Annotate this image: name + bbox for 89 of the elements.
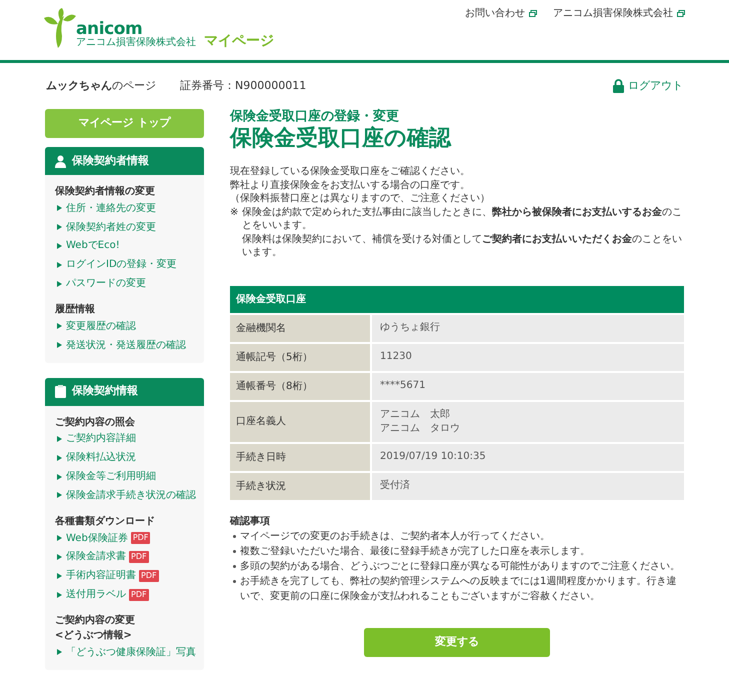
table-label-cell: 金融機関名 [230,314,370,342]
table-label-cell: 口座名義人 [230,402,370,442]
table-value-cell: ****5671 [372,372,684,400]
table-header: 保険金受取口座 [230,286,684,312]
triangle-bullet-icon [57,205,62,212]
sidebar-link[interactable]: 住所・連絡先の変更 [66,200,156,216]
pdf-badge: PDF [129,550,149,563]
triangle-bullet-icon [57,436,62,442]
clover-logo-icon [44,8,76,48]
triangle-bullet-icon [57,323,62,330]
lock-icon [613,79,624,93]
sidebar-group-heading: 保険契約者情報の変更 [55,184,156,199]
triangle-bullet-icon [57,474,62,480]
sidebar-group-heading: <どうぶつ情報> [55,628,133,643]
bullet-dot-icon [233,550,236,552]
sidebar-link[interactable]: 「どうぶつ健康保険証」写真 [66,644,196,660]
sidebar-group-heading: 履歴情報 [55,302,96,317]
sidebar-panel-title: 保険契約者情報 [72,152,149,169]
triangle-bullet-icon [57,554,62,560]
pdf-badge: PDF [129,588,149,601]
sidebar-link[interactable]: 保険料払込状況 [66,450,136,466]
table-label-cell: 通帳番号（8桁） [230,372,370,400]
triangle-bullet-icon [57,342,62,348]
pdf-badge: PDF [130,532,150,544]
triangle-bullet-icon [57,454,62,461]
triangle-bullet-icon [57,649,62,656]
sidebar-link[interactable]: 変更履歴の確認 [66,318,136,334]
sidebar-link[interactable]: 発送状況・発送履歴の確認 [66,338,186,353]
sidebar-link[interactable]: 保険金等ご利用明細 [66,469,156,484]
intro-text: 現在登録している保険金受取口座をご確認ください。 [230,165,471,178]
document-icon [55,385,66,398]
table-label-cell: 通帳記号（5桁） [230,344,370,370]
note-text: 保険金は約款で定められた支払事由に該当したときに、弊社から被保険者にお支払いするお金のことをいいます。 [242,206,683,232]
sidebar-link[interactable]: WebでEco! [66,238,120,254]
sidebar-group-heading: 各種書類ダウンロード [55,514,156,529]
table-value-cell: 11230 [372,344,684,370]
policy-number: 証券番号：N900000011 [180,78,306,94]
external-window-icon [677,10,685,16]
triangle-bullet-icon [57,535,62,542]
sidebar-link[interactable]: 保険金請求手続き状況の確認 [66,488,196,503]
page-owner: ムックちゃんのページ [46,78,156,94]
sidebar-panel-title: 保険契約情報 [72,383,138,400]
page-title: 保険金受取口座の確認 [230,125,452,153]
bullet-dot-icon [233,534,236,538]
table-label-cell: 手続き状況 [230,472,370,500]
triangle-bullet-icon [57,592,62,598]
table-value-cell: 受付済 [372,472,684,500]
sidebar-link[interactable]: 送付用ラベル [66,587,126,602]
note-text: 保険料は保険契約において、補償を受ける対価としてご契約者にお支払いいただくお金のことをいいます。 [242,232,683,260]
confirm-heading: 確認事項 [230,514,271,528]
change-button[interactable]: 変更する [364,628,550,656]
triangle-bullet-icon [57,262,62,268]
logout-link[interactable]: ログアウト [613,78,683,94]
brand-logo-text: anicom [76,21,142,38]
external-window-icon [529,10,537,16]
pdf-badge: PDF [139,570,159,582]
confirm-item: マイページでの変更のお手続きは、ご契約者本人が行ってください。 [240,530,550,544]
confirm-item: 複数ご登録いただいた場合、最後に登録手続きが完了した口座を表示します。 [240,544,590,558]
header-link[interactable]: お問い合わせ [465,6,537,20]
triangle-bullet-icon [57,492,62,498]
page-subtitle: 保険金受取口座の登録・変更 [230,109,400,125]
table-value-cell: アニコム 太郎 アニコム タロウ [372,402,684,442]
triangle-bullet-icon [57,280,62,287]
sidebar-link[interactable]: 保険契約者姓の変更 [66,220,156,235]
note-mark: ※ [230,206,240,220]
sidebar-link[interactable]: 手術内容証明書 [66,568,136,584]
header-link[interactable]: アニコム損害保険株式会社 [553,6,685,20]
sidebar-link[interactable]: Web保険証券 [66,530,128,546]
table-value-cell: ゆうちょ銀行 [372,314,684,342]
triangle-bullet-icon [57,242,62,249]
sidebar-link[interactable]: パスワードの変更 [66,276,146,292]
mypage-label: マイページ [204,34,274,48]
sidebar-link[interactable]: ログインIDの登録・変更 [66,257,177,272]
sidebar-group-heading: ご契約内容の照会 [55,415,136,430]
sidebar-link[interactable]: ご契約内容詳細 [66,431,136,446]
table-value-cell: 2019/07/19 10:10:35 [372,444,684,470]
triangle-bullet-icon [57,224,62,230]
bullet-dot-icon [233,580,236,582]
confirm-item: 多頭の契約がある場合、どうぶつごとに登録口座が異なる可能性がありますのでご注意ください。 [240,560,680,574]
intro-text: （保険料振替口座とは異なりますので、ご注意ください） [230,192,491,206]
company-name: アニコム損害保険株式会社 [76,38,196,48]
sidebar-link[interactable]: 保険金請求書 [66,549,126,564]
table-label-cell: 手続き日時 [230,444,370,470]
person-icon [55,154,66,168]
intro-text: 弊社より直接保険金をお支払いする場合の口座です。 [230,178,471,192]
sidebar-group-heading: ご契約内容の変更 [55,613,136,628]
triangle-bullet-icon [57,572,62,579]
confirm-item: お手続きを完了しても、弊社の契約管理システムへの反映までには1週間程度かかります。行き違いで、変更前の口座に保険金が支払われることもございますがご容赦ください。 [240,574,678,604]
bullet-dot-icon [233,564,236,568]
